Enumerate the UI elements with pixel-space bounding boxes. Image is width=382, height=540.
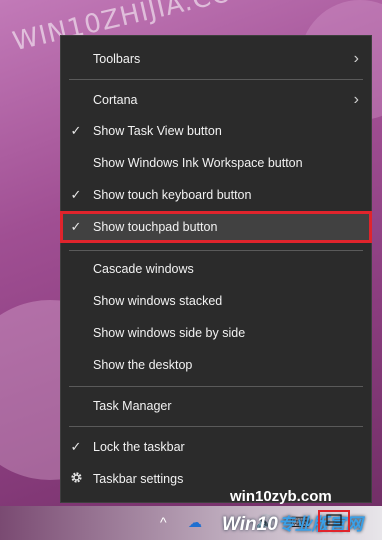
menu-item-show-ink-workspace[interactable]: Show Windows Ink Workspace button	[61, 148, 371, 178]
menu-item-label: Show touchpad button	[93, 220, 218, 234]
menu-item-show-windows-stacked[interactable]: Show windows stacked	[61, 286, 371, 316]
menu-item-label: Toolbars	[93, 52, 141, 66]
menu-item-label: Cascade windows	[93, 262, 194, 276]
site-logo-latin: Win10	[222, 514, 278, 535]
taskbar-context-menu: Toolbars › Cortana › ✓ Show Task View bu…	[60, 35, 372, 503]
menu-item-label: Task Manager	[93, 399, 172, 413]
menu-item-label: Show touch keyboard button	[93, 188, 252, 202]
chevron-up-icon[interactable]: ^	[160, 514, 167, 530]
checkmark-icon: ✓	[70, 439, 82, 454]
onedrive-icon[interactable]: ☁	[188, 514, 202, 531]
touchpad-tray-highlight[interactable]	[318, 510, 350, 532]
menu-item-task-manager[interactable]: Task Manager	[61, 391, 371, 421]
gear-icon	[69, 471, 83, 487]
menu-item-cascade-windows[interactable]: Cascade windows	[61, 254, 371, 284]
menu-item-cortana[interactable]: Cortana ›	[61, 85, 371, 115]
menu-item-show-desktop[interactable]: Show the desktop	[61, 350, 371, 380]
menu-separator	[69, 79, 363, 80]
menu-item-label: Show Windows Ink Workspace button	[93, 156, 303, 170]
menu-item-show-touchpad[interactable]: ✓ Show touchpad button	[60, 211, 372, 243]
menu-separator	[69, 250, 363, 251]
menu-item-show-touch-keyboard[interactable]: ✓ Show touch keyboard button	[61, 180, 371, 210]
menu-separator	[69, 426, 363, 427]
menu-item-label: Lock the taskbar	[93, 440, 185, 454]
chevron-right-icon: ›	[353, 50, 359, 67]
chevron-right-icon: ›	[353, 91, 359, 108]
checkmark-icon: ✓	[70, 219, 82, 234]
menu-item-toolbars[interactable]: Toolbars ›	[61, 44, 371, 74]
menu-item-show-task-view[interactable]: ✓ Show Task View button	[61, 116, 371, 146]
menu-separator	[69, 386, 363, 387]
touchpad-icon	[326, 514, 342, 526]
site-watermark: win10zyb.com	[230, 488, 332, 505]
menu-item-label: Show windows side by side	[93, 326, 246, 340]
menu-item-label: Taskbar settings	[93, 472, 184, 486]
menu-item-label: Show windows stacked	[93, 294, 223, 308]
menu-item-label: Cortana	[93, 93, 138, 107]
menu-item-show-windows-side-by-side[interactable]: Show windows side by side	[61, 318, 371, 348]
menu-item-label: Show Task View button	[93, 124, 222, 138]
menu-item-lock-taskbar[interactable]: ✓ Lock the taskbar	[61, 432, 371, 462]
menu-item-label: Show the desktop	[93, 358, 193, 372]
checkmark-icon: ✓	[70, 187, 82, 202]
checkmark-icon: ✓	[70, 123, 82, 138]
